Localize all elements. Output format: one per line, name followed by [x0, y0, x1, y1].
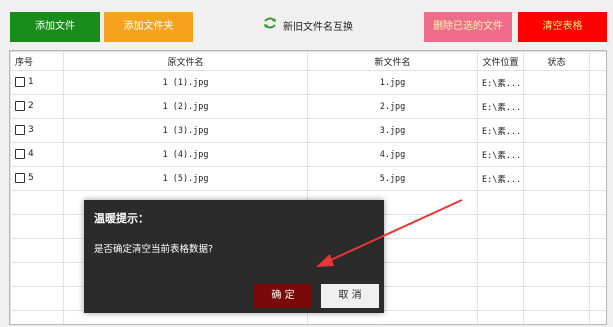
annotation-arrow-icon — [316, 199, 463, 267]
